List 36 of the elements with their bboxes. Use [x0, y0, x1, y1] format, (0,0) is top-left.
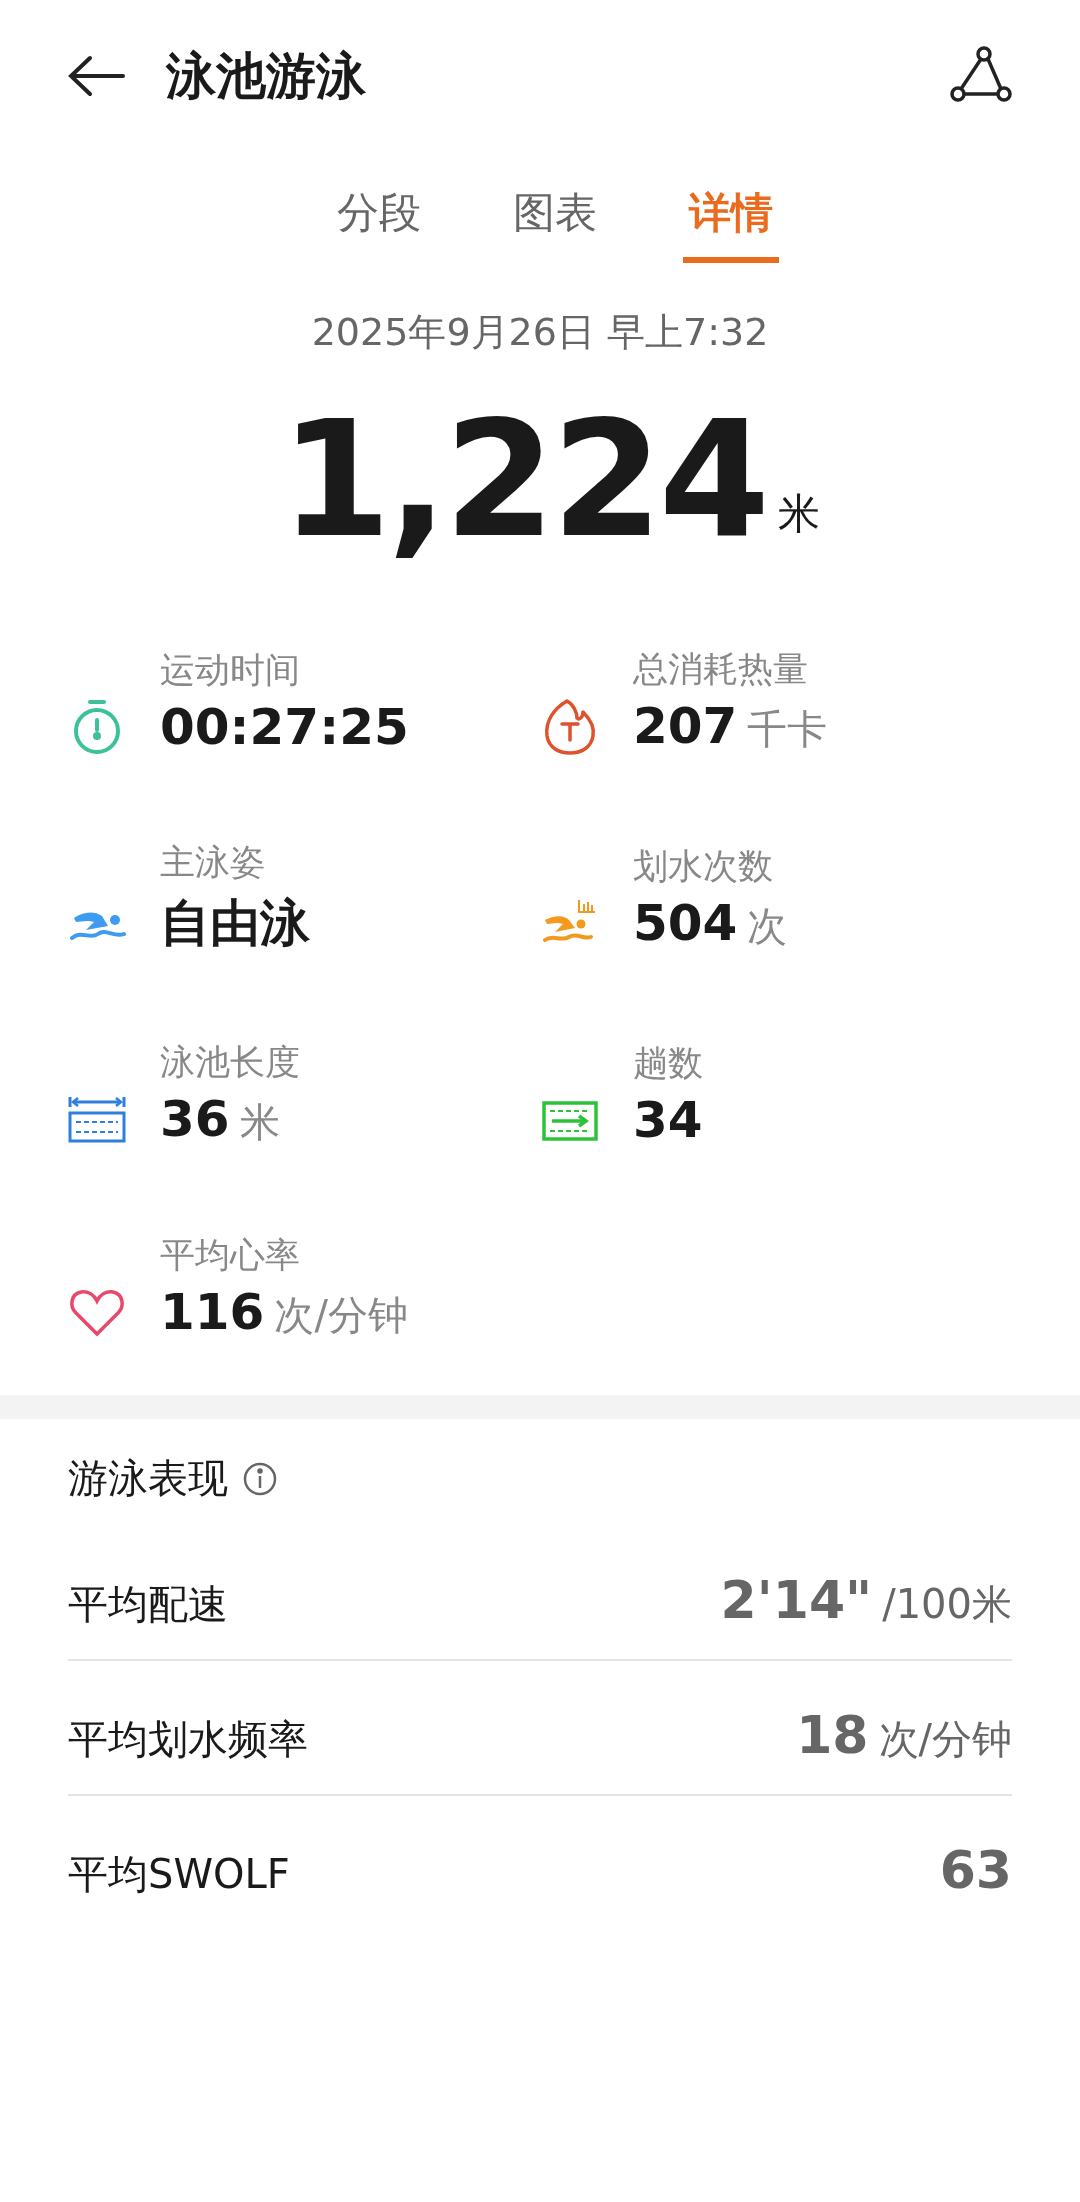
stat-unit: 千卡: [747, 705, 828, 754]
tab[interactable]: 详情: [683, 184, 779, 263]
stat-label: 平均心率: [160, 1234, 301, 1277]
distance-value: 1,224: [279, 392, 767, 568]
stat-label: 运动时间: [160, 649, 301, 692]
metric-label: 平均划水频率: [68, 1715, 308, 1764]
stat-value: 34: [633, 1091, 703, 1149]
stat-label: 趟数: [633, 1042, 703, 1085]
stat-value: 自由泳: [160, 893, 310, 954]
stat-label: 总消耗热量: [633, 648, 809, 691]
stat-value: 36: [160, 1090, 230, 1148]
metric-value: 2'14": [720, 1570, 873, 1630]
metric-value: 63: [939, 1840, 1012, 1900]
stat-value: 116: [160, 1283, 265, 1341]
metric-unit: 次/分钟: [878, 1715, 1012, 1764]
stat-value: 504: [633, 893, 738, 952]
stat-unit: 次/分钟: [274, 1291, 408, 1340]
metric-unit: /100米: [882, 1580, 1012, 1629]
tab[interactable]: 图表: [507, 184, 603, 263]
section-title: 游泳表现: [68, 1454, 228, 1503]
workout-date: 2025年9月26日 早上7:32: [310, 309, 770, 356]
metric-label: 平均SWOLF: [68, 1850, 290, 1899]
info-icon[interactable]: [242, 1460, 278, 1497]
stat-label: 划水次数: [633, 844, 774, 888]
metric-label: 平均配速: [68, 1580, 228, 1629]
stat-unit: 次: [747, 901, 788, 951]
stat-unit: 米: [239, 1098, 280, 1147]
metric-value: 18: [796, 1705, 869, 1765]
stat-value: 00:27:25: [160, 698, 409, 756]
page-title: 泳池游泳: [166, 45, 367, 107]
distance-unit: 米: [778, 488, 821, 540]
tab[interactable]: 分段: [331, 184, 427, 263]
stat-value: 207: [633, 697, 738, 755]
stat-label: 泳池长度: [160, 1041, 300, 1084]
back-icon[interactable]: [68, 54, 126, 98]
stat-label: 主泳姿: [160, 841, 266, 884]
